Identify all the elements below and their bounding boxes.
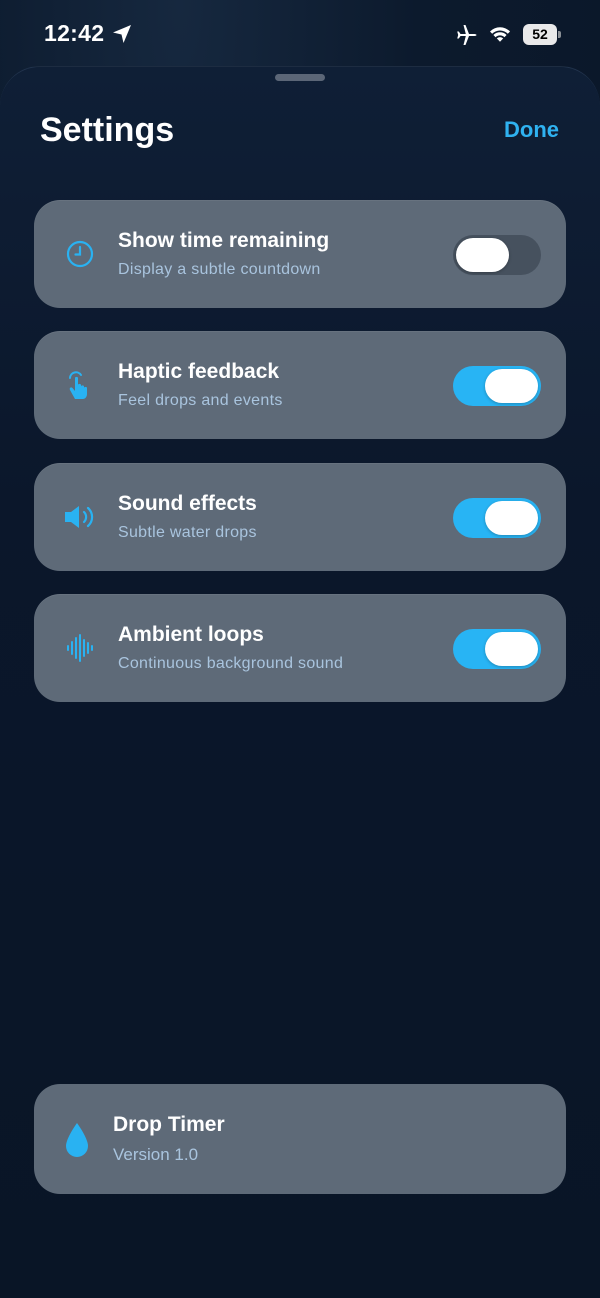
setting-label: Show time remaining: [118, 229, 330, 252]
location-arrow-icon: [113, 25, 131, 43]
app-info-card: Drop Timer Version 1.0: [34, 1084, 566, 1194]
settings-sheet: Settings Done Show time remaining Displa…: [0, 66, 600, 1298]
battery-level: 52: [523, 24, 557, 45]
toggle-knob: [485, 632, 538, 666]
setting-row-haptic: Haptic feedback Feel drops and events: [34, 331, 566, 439]
setting-row-ambient: Ambient loops Continuous background soun…: [34, 594, 566, 702]
status-time: 12:42: [44, 20, 105, 46]
setting-row-show-time: Show time remaining Display a subtle cou…: [34, 200, 566, 308]
waveform-icon: [60, 628, 100, 668]
haptic-toggle[interactable]: [453, 366, 541, 406]
status-bar: 12:42 52: [0, 0, 600, 66]
setting-subtitle: Display a subtle countdown: [118, 261, 321, 278]
setting-subtitle: Subtle water drops: [118, 524, 257, 541]
app-name: Drop Timer: [113, 1113, 225, 1136]
setting-label: Ambient loops: [118, 623, 264, 646]
done-button[interactable]: Done: [504, 117, 559, 143]
clock-icon: [60, 234, 100, 274]
toggle-knob: [485, 369, 538, 403]
setting-label: Sound effects: [118, 492, 257, 515]
toggle-knob: [485, 501, 538, 535]
setting-subtitle: Continuous background sound: [118, 655, 344, 672]
battery-cap: [558, 31, 561, 38]
speaker-icon: [60, 497, 100, 537]
sound-toggle[interactable]: [453, 498, 541, 538]
setting-subtitle: Feel drops and events: [118, 392, 283, 409]
airplane-icon: [457, 25, 477, 45]
toggle-knob: [456, 238, 509, 272]
sheet-grabber[interactable]: [275, 74, 325, 81]
wifi-icon: [490, 27, 510, 42]
page-title: Settings: [40, 111, 175, 149]
water-drop-icon: [66, 1123, 88, 1157]
setting-label: Haptic feedback: [118, 360, 280, 383]
ambient-toggle[interactable]: [453, 629, 541, 669]
show-time-toggle[interactable]: [453, 235, 541, 275]
screen: 12:42 52 Settings Done Show time remaini…: [0, 0, 600, 1298]
app-version: Version 1.0: [113, 1145, 199, 1164]
tap-hand-icon: [60, 365, 100, 405]
battery-icon: 52: [523, 24, 561, 45]
setting-row-sound: Sound effects Subtle water drops: [34, 463, 566, 571]
